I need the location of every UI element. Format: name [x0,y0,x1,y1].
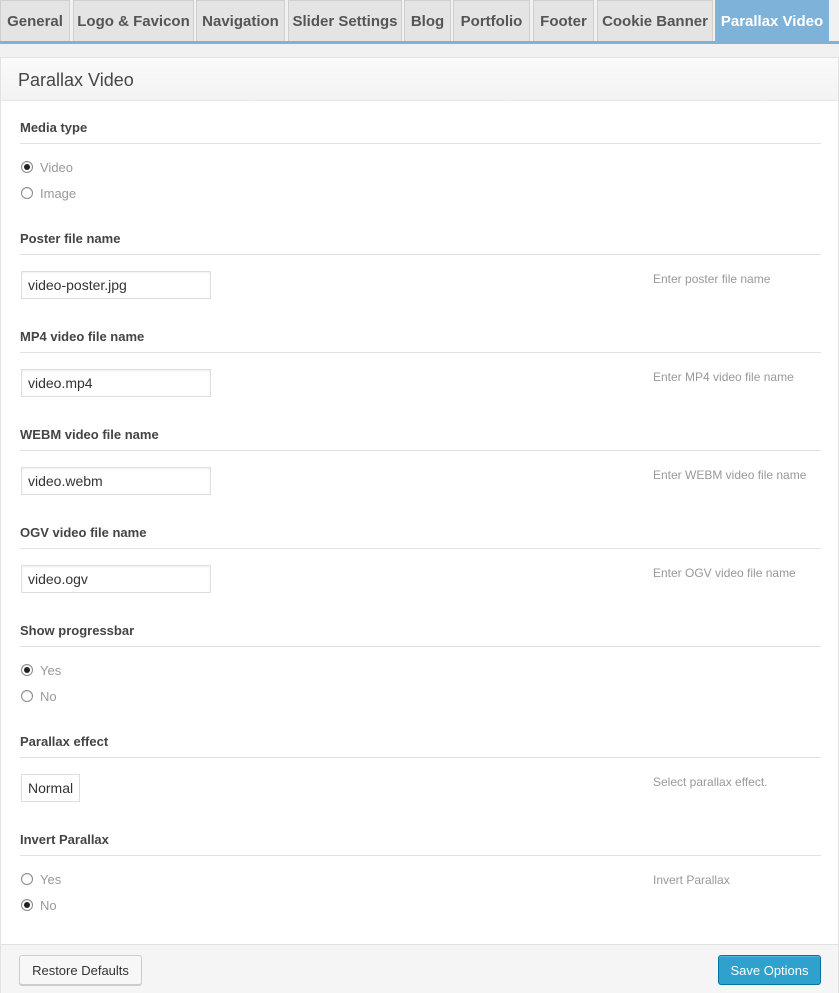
divider [20,646,821,647]
radio-label: No [40,897,57,913]
mp4-file-label: MP4 video file name [20,329,145,344]
radio-button[interactable] [21,690,33,702]
divider [20,548,821,549]
invert-parallax-help: Invert Parallax [653,873,730,887]
media-type-label: Media type [20,120,88,135]
mp4-file-help: Enter MP4 video file name [653,370,794,384]
options-tab-bar: General Logo & Favicon Navigation Slider… [0,0,839,44]
invert-parallax-yes-option[interactable]: Yes [21,871,61,887]
divider [20,450,821,451]
tab-parallax-video[interactable]: Parallax Video [715,0,829,41]
webm-file-input[interactable] [21,467,211,495]
tab-slider-settings[interactable]: Slider Settings [288,0,402,41]
radio-label: Yes [40,662,62,678]
radio-label: Yes [40,871,62,887]
panel-header: Parallax Video [1,58,838,101]
radio-label: No [40,688,57,704]
progressbar-no-option[interactable]: No [21,688,57,704]
divider [20,352,821,353]
invert-parallax-label: Invert Parallax [20,832,109,847]
tab-cookie-banner[interactable]: Cookie Banner [597,0,713,41]
radio-button[interactable] [21,187,33,199]
webm-file-help: Enter WEBM video file name [653,468,807,482]
radio-button-checked[interactable] [21,664,33,676]
radio-label: Image [40,185,77,201]
radio-button-checked[interactable] [21,899,33,911]
tab-footer[interactable]: Footer [533,0,594,41]
divider [20,143,821,144]
webm-file-label: WEBM video file name [20,427,159,442]
tab-general[interactable]: General [0,0,70,41]
ogv-file-help: Enter OGV video file name [653,566,796,580]
radio-button[interactable] [21,873,33,885]
parallax-effect-select[interactable]: Normal [21,774,81,802]
panel-title: Parallax Video [18,70,134,90]
poster-file-label: Poster file name [20,231,121,246]
ogv-file-label: OGV video file name [20,525,147,540]
poster-file-input[interactable] [21,271,211,299]
media-type-image-option[interactable]: Image [21,185,76,201]
radio-button-checked[interactable] [21,161,33,173]
radio-label: Video [40,159,74,175]
progressbar-yes-option[interactable]: Yes [21,662,61,678]
divider [20,855,821,856]
options-panel: Parallax Video Media type Video Image Po… [0,57,839,993]
panel-footer: Restore Defaults Save Options [1,944,838,993]
divider [20,757,821,758]
save-options-button[interactable]: Save Options [718,955,821,985]
parallax-effect-label: Parallax effect [20,734,109,749]
mp4-file-input[interactable] [21,369,211,397]
poster-file-help: Enter poster file name [653,272,771,286]
tab-blog[interactable]: Blog [404,0,451,41]
ogv-file-input[interactable] [21,565,211,593]
tab-portfolio[interactable]: Portfolio [453,0,530,41]
tab-navigation[interactable]: Navigation [196,0,285,41]
show-progressbar-label: Show progressbar [20,623,135,638]
restore-defaults-button[interactable]: Restore Defaults [19,955,142,985]
parallax-effect-help: Select parallax effect. [653,775,768,789]
media-type-video-option[interactable]: Video [21,159,73,175]
tab-logo-favicon[interactable]: Logo & Favicon [73,0,194,41]
invert-parallax-no-option[interactable]: No [21,897,57,913]
divider [20,254,821,255]
